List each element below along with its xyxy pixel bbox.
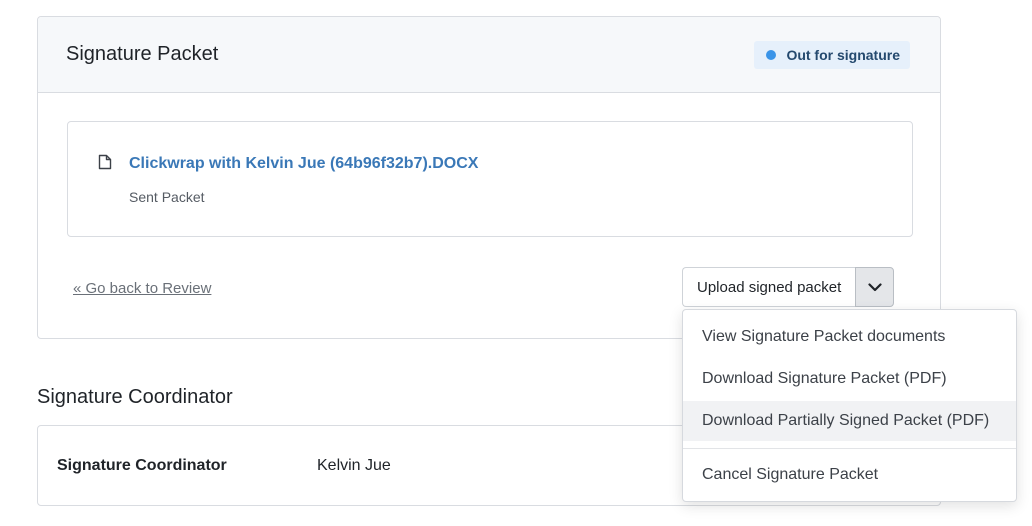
status-badge: Out for signature — [754, 41, 910, 69]
back-to-review-link[interactable]: « Go back to Review — [73, 280, 211, 297]
document-link[interactable]: Clickwrap with Kelvin Jue (64b96f32b7).D… — [129, 155, 478, 173]
document-box: Clickwrap with Kelvin Jue (64b96f32b7).D… — [67, 121, 913, 237]
chevron-down-icon — [868, 282, 882, 291]
menu-item-view-documents[interactable]: View Signature Packet documents — [683, 317, 1016, 357]
upload-button-group: Upload signed packet — [682, 267, 895, 307]
coordinator-section-title: Signature Coordinator — [37, 386, 233, 408]
coordinator-label: Signature Coordinator — [57, 457, 227, 474]
card-header: Signature Packet Out for signature — [38, 17, 940, 93]
file-icon — [98, 154, 112, 170]
status-dot-icon — [766, 50, 777, 60]
menu-item-download-partially-signed[interactable]: Download Partially Signed Packet (PDF) — [683, 401, 1016, 441]
menu-divider — [683, 448, 1016, 449]
upload-options-menu: View Signature Packet documents Download… — [682, 309, 1017, 502]
menu-item-download-packet[interactable]: Download Signature Packet (PDF) — [683, 359, 1016, 399]
upload-signed-packet-button[interactable]: Upload signed packet — [682, 267, 856, 307]
document-subtitle: Sent Packet — [129, 189, 205, 205]
coordinator-value: Kelvin Jue — [317, 457, 391, 474]
menu-item-cancel-packet[interactable]: Cancel Signature Packet — [683, 455, 1016, 495]
page-title: Signature Packet — [66, 43, 219, 65]
upload-options-toggle[interactable] — [855, 267, 895, 307]
status-label: Out for signature — [786, 47, 900, 63]
